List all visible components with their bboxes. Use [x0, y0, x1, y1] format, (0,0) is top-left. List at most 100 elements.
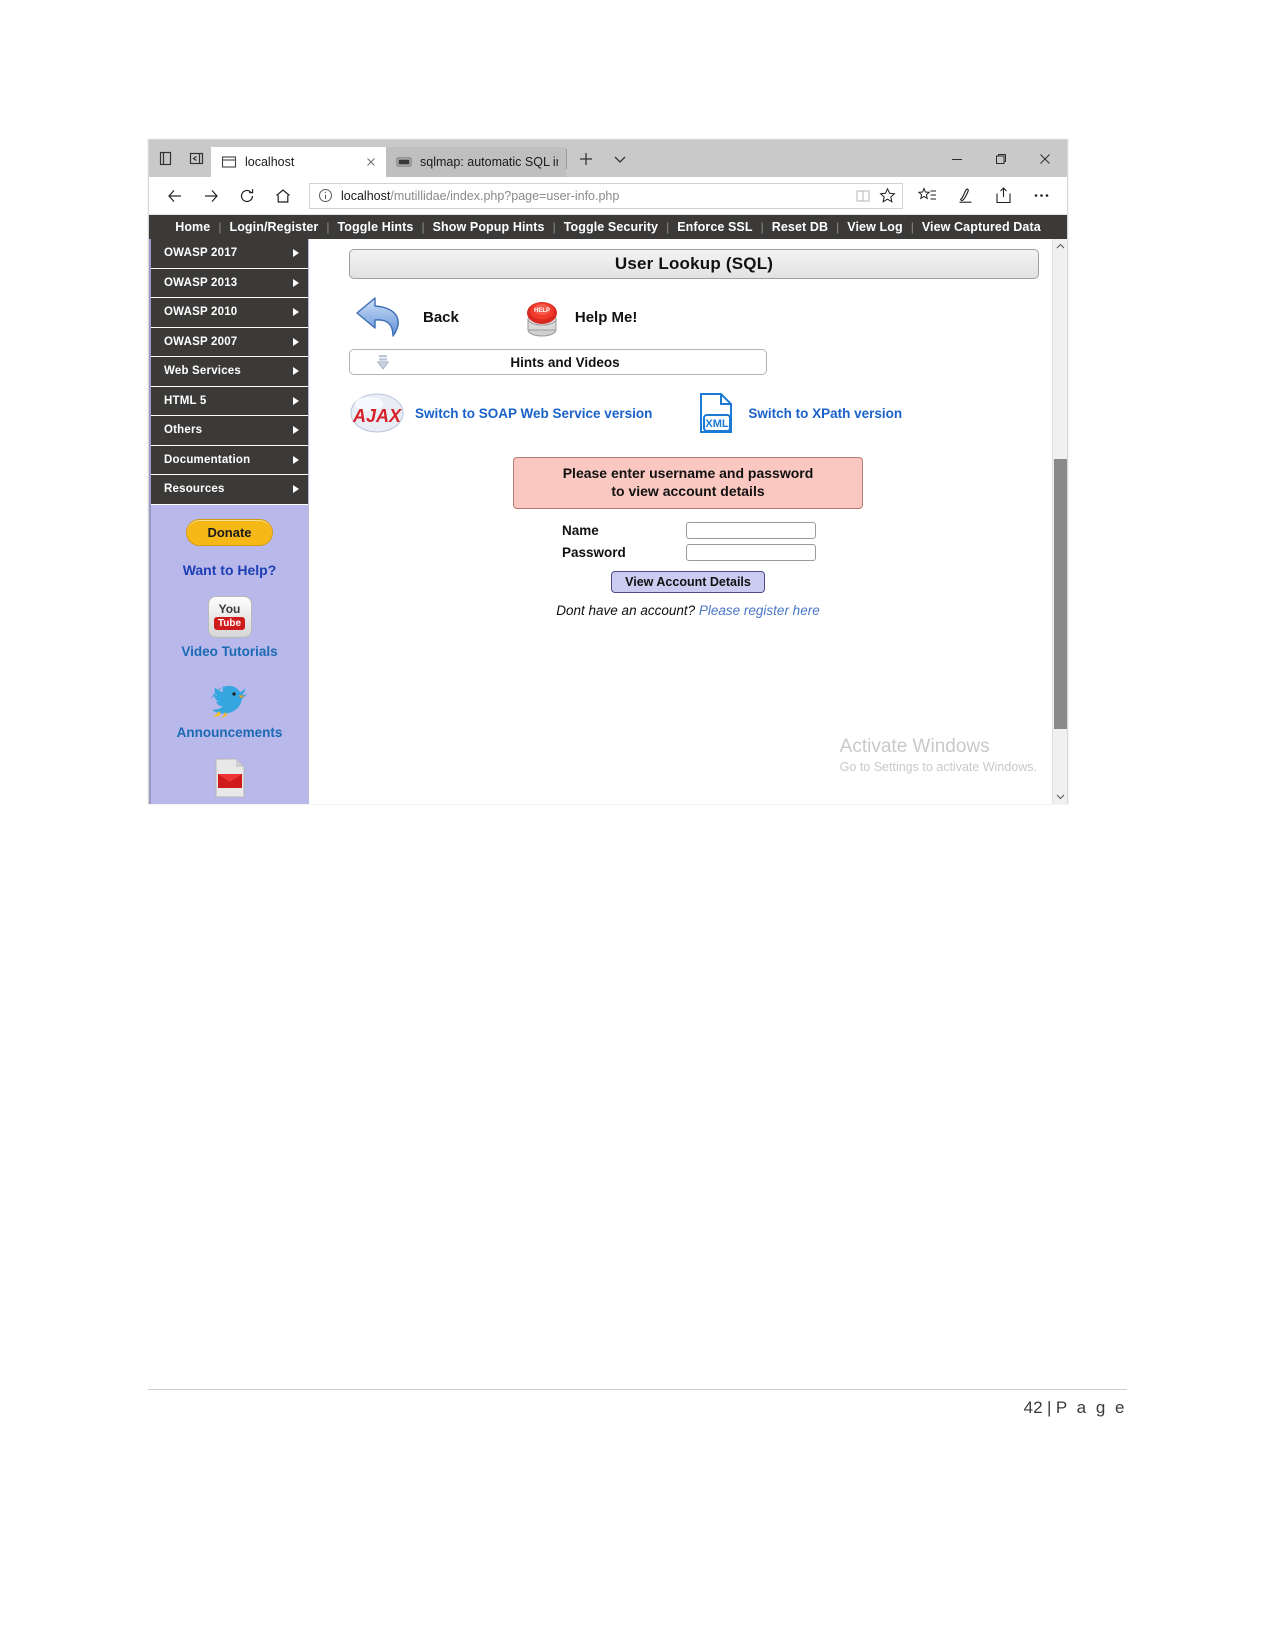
promo-video-tutorials[interactable]: You Tube Video Tutorials — [151, 595, 308, 659]
nav-item-view-log[interactable]: View Log — [839, 220, 910, 234]
hints-and-videos-bar[interactable]: Hints and Videos — [349, 349, 767, 375]
restore-tabs-icon[interactable] — [188, 151, 205, 166]
main-content: User Lookup (SQL) Back HELP Help Me! Hin… — [309, 239, 1067, 804]
window-controls — [935, 140, 1067, 177]
sidebar-item-owasp-2013[interactable]: OWASP 2013 — [151, 268, 308, 298]
sidebar-item-html-5[interactable]: HTML 5 — [151, 386, 308, 416]
forward-button[interactable] — [193, 179, 229, 213]
sidebar-item-owasp-2017[interactable]: OWASP 2017 — [151, 239, 308, 269]
chevron-right-icon — [293, 426, 299, 435]
back-arrow-icon — [355, 292, 413, 342]
notice-line-1: Please enter username and password — [562, 465, 814, 481]
donate-button[interactable]: Donate — [186, 518, 273, 546]
refresh-button[interactable] — [229, 179, 265, 213]
password-input[interactable] — [686, 543, 816, 561]
chevron-down-icon[interactable] — [611, 150, 629, 168]
sidebar-item-owasp-2010[interactable]: OWASP 2010 — [151, 298, 308, 328]
back-button[interactable] — [157, 179, 193, 213]
back-action[interactable]: Back — [355, 292, 459, 342]
switch-soap-link[interactable]: Switch to SOAP Web Service version — [415, 406, 652, 421]
nav-item-toggle-hints[interactable]: Toggle Hints — [329, 220, 421, 234]
browser-tab-sqlmap[interactable]: sqlmap: automatic SQL inje — [386, 147, 566, 177]
url-path: /mutillidae/index.php?page=user-info.php — [390, 188, 620, 203]
want-to-help-link[interactable]: Want to Help? — [151, 562, 308, 578]
svg-text:XML: XML — [706, 418, 730, 430]
nav-item-enforce-ssl[interactable]: Enforce SSL — [669, 220, 760, 234]
book-icon[interactable] — [855, 188, 871, 204]
page-number-separator: | — [1047, 1398, 1052, 1417]
sidebar-item-others[interactable]: Others — [151, 416, 308, 446]
chevron-right-icon — [293, 396, 299, 405]
view-account-details-button[interactable]: View Account Details — [611, 571, 765, 593]
ajax-icon: AJAX — [349, 392, 405, 434]
scroll-up-icon[interactable] — [1053, 239, 1067, 254]
vertical-scrollbar[interactable] — [1052, 239, 1067, 804]
set-tabs-aside-icon[interactable] — [157, 151, 174, 166]
promo-getting-started[interactable]: Getting Started — [151, 758, 308, 805]
site-nav: Home | Login/Register | Toggle Hints | S… — [149, 215, 1067, 239]
star-icon[interactable] — [879, 187, 896, 204]
nav-item-toggle-security[interactable]: Toggle Security — [556, 220, 666, 234]
maximize-button[interactable] — [979, 140, 1023, 177]
switch-xpath-item[interactable]: XML Switch to XPath version — [694, 391, 902, 435]
page-viewport: Home | Login/Register | Toggle Hints | S… — [149, 215, 1067, 804]
address-bar[interactable]: localhost/mutillidae/index.php?page=user… — [309, 182, 903, 209]
promo-label: Getting Started — [151, 804, 308, 805]
switch-soap-item[interactable]: AJAX Switch to SOAP Web Service version — [349, 392, 652, 434]
register-here-link[interactable]: Please register here — [699, 603, 820, 618]
page-title-bar: User Lookup (SQL) — [349, 249, 1039, 279]
sidebar-item-resources[interactable]: Resources — [151, 475, 308, 505]
nav-item-home[interactable]: Home — [167, 220, 218, 234]
switch-version-row: AJAX Switch to SOAP Web Service version — [349, 391, 1057, 435]
svg-text:AJAX: AJAX — [352, 406, 402, 426]
name-input[interactable] — [686, 521, 816, 539]
close-icon[interactable] — [364, 155, 378, 169]
address-bar-url: localhost/mutillidae/index.php?page=user… — [341, 189, 847, 203]
chevron-right-icon — [293, 455, 299, 464]
chevron-right-icon — [293, 367, 299, 376]
scrollbar-thumb[interactable] — [1054, 459, 1067, 729]
switch-xpath-link[interactable]: Switch to XPath version — [748, 406, 902, 421]
twitter-bird-icon — [203, 677, 257, 719]
sidebar-promo: Donate Want to Help? You Tube Video Tuto… — [151, 504, 308, 805]
scroll-down-icon[interactable] — [1053, 789, 1067, 804]
hints-and-videos-label: Hints and Videos — [510, 354, 620, 370]
browser-window: localhost sqlmap: automatic SQL inje loc… — [148, 139, 1068, 804]
nav-item-view-captured-data[interactable]: View Captured Data — [914, 220, 1049, 234]
chevron-right-icon — [293, 337, 299, 346]
promo-label: Video Tutorials — [181, 643, 278, 659]
window-icon — [221, 154, 237, 170]
promo-announcements[interactable]: Announcements — [151, 677, 308, 740]
nav-item-show-popup-hints[interactable]: Show Popup Hints — [425, 220, 553, 234]
sidebar-item-label: HTML 5 — [164, 394, 207, 407]
home-button[interactable] — [265, 179, 301, 213]
more-ellipsis-icon[interactable] — [1023, 179, 1059, 213]
sidebar-item-label: OWASP 2010 — [164, 306, 238, 319]
close-button[interactable] — [1023, 140, 1067, 177]
info-icon[interactable] — [318, 188, 333, 203]
page-word: P a g e — [1055, 1398, 1127, 1417]
sidebar-item-web-services[interactable]: Web Services — [151, 357, 308, 387]
nav-item-reset-db[interactable]: Reset DB — [764, 220, 836, 234]
nav-item-login-register[interactable]: Login/Register — [221, 220, 326, 234]
name-row: Name — [560, 519, 816, 541]
action-row: Back HELP Help Me! — [349, 291, 1057, 343]
user-lookup-form: Please enter username and password to vi… — [319, 457, 1057, 618]
sidebar-item-documentation[interactable]: Documentation — [151, 445, 308, 475]
register-prompt-line: Dont have an account? Please register he… — [556, 603, 819, 618]
share-icon[interactable] — [985, 179, 1021, 213]
favorites-hub-icon[interactable] — [909, 179, 945, 213]
document-page: localhost sqlmap: automatic SQL inje loc… — [0, 0, 1275, 1651]
sidebar-item-owasp-2007[interactable]: OWASP 2007 — [151, 327, 308, 357]
sidebar-item-label: Documentation — [164, 453, 251, 466]
browser-tab-localhost[interactable]: localhost — [211, 147, 386, 177]
chevron-right-icon — [293, 485, 299, 494]
make-a-note-icon[interactable] — [947, 179, 983, 213]
sqlmap-icon — [396, 154, 412, 170]
watermark-line-1: Activate Windows — [839, 736, 990, 758]
minimize-button[interactable] — [935, 140, 979, 177]
help-me-action[interactable]: HELP Help Me! — [519, 295, 637, 339]
xml-icon: XML — [694, 391, 738, 435]
new-tab-icon[interactable] — [577, 150, 595, 168]
page-number: 42 — [1023, 1398, 1043, 1417]
